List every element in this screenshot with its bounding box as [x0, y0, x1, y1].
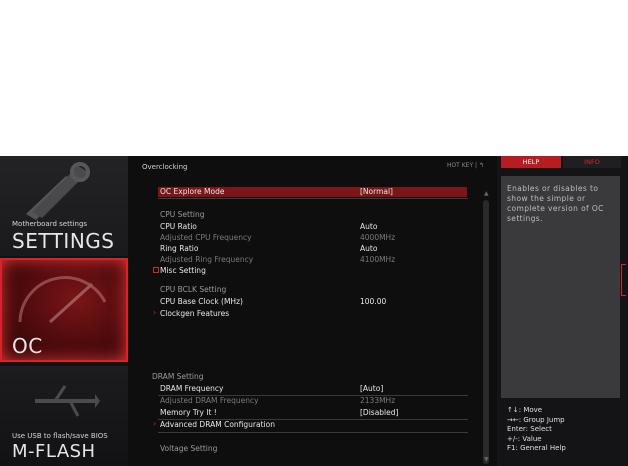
help-box: Enables or disables to show the simple o…	[501, 176, 620, 398]
cpu-ratio-row[interactable]: CPU Ratio Auto	[160, 222, 466, 232]
left-nav-panel: Motherboard settings SETTINGS OC Use USB…	[0, 156, 128, 466]
tab-help[interactable]: HELP	[501, 156, 561, 168]
cpu-bclk-setting-header: CPU BCLK Setting	[160, 285, 227, 294]
cpu-base-clock-row[interactable]: CPU Base Clock (MHz) 100.00	[160, 297, 466, 307]
mflash-tile[interactable]: Use USB to flash/save BIOS M-FLASH	[0, 366, 128, 466]
divider	[158, 432, 468, 433]
usb-icon	[35, 385, 100, 417]
dram-frequency-row[interactable]: DRAM Frequency [Auto]	[160, 384, 466, 394]
submenu-arrow-icon: ›	[153, 419, 157, 428]
submenu-arrow-icon: ›	[153, 308, 157, 317]
scroll-up-icon[interactable]: ▲	[484, 190, 489, 197]
main-panel: Overclocking HOT KEY | ↰ OC Explore Mode…	[138, 156, 492, 466]
voltage-setting-header: Voltage Setting	[160, 444, 218, 453]
key-select: Enter: Select	[507, 425, 552, 433]
key-group-jump: →←: Group Jump	[507, 415, 565, 424]
divider	[158, 198, 468, 199]
cpu-setting-header: CPU Setting	[160, 210, 205, 219]
tab-info[interactable]: INFO	[563, 156, 621, 168]
adjusted-cpu-frequency-row: Adjusted CPU Frequency 4000MHz	[160, 233, 396, 242]
key-general-help: F1: General Help	[507, 444, 566, 452]
key-value: +/-: Value	[507, 434, 542, 443]
advanced-dram-configuration-row[interactable]: › Advanced DRAM Configuration	[153, 419, 466, 430]
help-panel: HELP INFO Enables or disables to show th…	[497, 156, 628, 466]
key-legend: ↑↓: Move →←: Group Jump Enter: Select +/…	[507, 406, 566, 454]
help-text: Enables or disables to show the simple o…	[507, 184, 604, 223]
adjusted-ring-frequency-row: Adjusted Ring Frequency 4100MHz	[160, 255, 396, 264]
expand-plus-icon	[153, 267, 159, 273]
tools-icon	[26, 162, 90, 220]
mflash-title: M-FLASH	[12, 441, 96, 462]
key-move: ↑↓: Move	[507, 406, 543, 414]
settings-subtitle: Motherboard settings	[12, 220, 88, 228]
breadcrumb: Overclocking	[142, 163, 188, 171]
clockgen-features-row[interactable]: › Clockgen Features	[153, 308, 466, 319]
oc-explore-mode-row[interactable]: OC Explore Mode [Normal]	[158, 187, 467, 197]
scrollbar[interactable]	[483, 200, 489, 464]
settings-tile[interactable]: Motherboard settings SETTINGS	[0, 156, 128, 256]
scroll-down-icon[interactable]: ▼	[484, 456, 489, 463]
speedometer-icon	[18, 276, 107, 324]
oc-tile[interactable]: OC	[0, 258, 128, 362]
side-pull-tab[interactable]	[621, 264, 626, 296]
bios-screen: Motherboard settings SETTINGS OC Use USB…	[0, 156, 628, 466]
adjusted-dram-frequency-row: Adjusted DRAM Frequency 2133MHz	[160, 396, 396, 405]
ring-ratio-row[interactable]: Ring Ratio Auto	[160, 244, 466, 254]
settings-title: SETTINGS	[12, 229, 115, 253]
dram-setting-header: DRAM Setting	[152, 372, 204, 381]
oc-title: OC	[12, 334, 43, 358]
misc-setting-row[interactable]: Misc Setting	[153, 266, 466, 276]
memory-try-it-row[interactable]: Memory Try It ! [Disabled]	[160, 408, 466, 418]
mflash-subtitle: Use USB to flash/save BIOS	[12, 432, 108, 440]
hotkey-button[interactable]: HOT KEY | ↰	[447, 162, 484, 169]
